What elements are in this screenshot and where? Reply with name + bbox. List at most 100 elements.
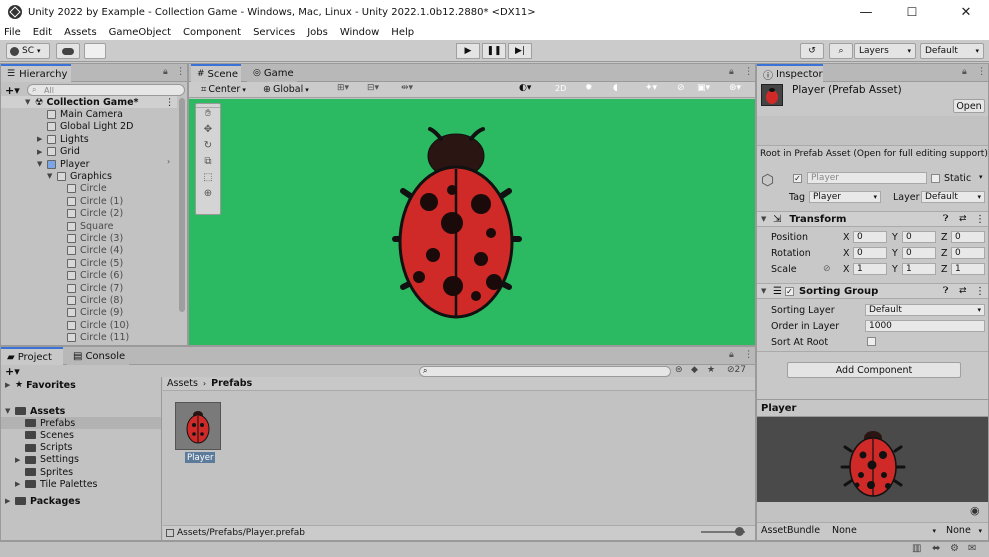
project-search-input[interactable]: ⌕ [419, 366, 671, 377]
step-button[interactable]: ▶| [508, 43, 532, 59]
lock-icon[interactable]: 🔒︎ [729, 67, 734, 77]
hierarchy-item[interactable]: Circle [57, 183, 107, 195]
help-icon[interactable]: ❓︎ [943, 214, 948, 224]
camera-icon[interactable]: ▣▾ [697, 83, 710, 93]
debug-icon[interactable]: ⚙︎ [950, 543, 959, 554]
hierarchy-item[interactable]: Circle (10) [57, 319, 129, 331]
hand-tool-icon[interactable]: ✋︎ [196, 108, 220, 124]
tab-inspector[interactable]: ⓘ Inspector [757, 64, 823, 82]
layers-dropdown[interactable]: Layers ▾ [854, 43, 916, 59]
audio-icon[interactable]: ◖ [613, 83, 618, 93]
chevron-right-icon[interactable]: › [167, 157, 170, 166]
hierarchy-item[interactable]: Circle (4) [57, 245, 123, 257]
menu-services[interactable]: Services [253, 27, 295, 38]
lock-icon[interactable]: 🔒︎ [163, 67, 168, 77]
transform-rotation-x-field[interactable]: 0 [853, 247, 887, 259]
hierarchy-item[interactable]: Main Camera [37, 108, 123, 120]
breadcrumb-prefabs[interactable]: Prefabs [211, 378, 252, 389]
breadcrumb-assets[interactable]: Assets [167, 378, 198, 389]
hierarchy-item[interactable]: Circle (9) [57, 307, 123, 319]
favorite-icon[interactable]: ★ [707, 365, 715, 375]
chevron-right-icon[interactable]: ▶ [37, 148, 45, 156]
cloud-button[interactable] [56, 43, 80, 59]
transform-rotation-z-field[interactable]: 0 [951, 247, 985, 259]
transform-scale-z-field[interactable]: 1 [951, 263, 985, 275]
maximize-button[interactable]: ☐ [889, 0, 935, 24]
tab-console[interactable]: ▤ Console [67, 347, 129, 365]
gizmos-icon[interactable]: ⊛▾ [729, 83, 741, 93]
component-menu-icon[interactable]: ⋮ [975, 286, 985, 297]
preview-header[interactable]: Player [757, 399, 988, 417]
hierarchy-item[interactable]: Circle (2) [57, 208, 123, 220]
space-dropdown[interactable]: ⊕ Global ▾ [263, 83, 309, 96]
hierarchy-item[interactable]: Circle (8) [57, 294, 123, 306]
axis-y-label[interactable]: Y [892, 248, 898, 259]
kebab-menu-icon[interactable]: ⋮ [977, 66, 987, 77]
project-folder-packages[interactable]: ▶ Packages [5, 495, 80, 507]
presets-icon[interactable]: ⇄ [959, 286, 967, 296]
lock-icon[interactable]: 🔒︎ [962, 67, 967, 77]
add-component-button[interactable]: Add Component [787, 362, 961, 378]
pause-button[interactable]: ❚❚ [482, 43, 506, 59]
menu-file[interactable]: File [4, 27, 21, 38]
axis-z-label[interactable]: Z [941, 264, 948, 275]
project-folder-settings[interactable]: ▶ Settings [15, 454, 79, 466]
play-button[interactable]: ▶ [456, 43, 480, 59]
tab-scene[interactable]: # Scene [191, 64, 241, 82]
assetbundle-dropdown[interactable]: None ▾ [829, 524, 939, 537]
tab-game[interactable]: ◎ Game [247, 64, 297, 82]
menu-help[interactable]: Help [391, 27, 414, 38]
project-folder-tile-palettes[interactable]: ▶ Tile Palettes [15, 478, 98, 490]
hierarchy-item[interactable]: Square [57, 220, 113, 232]
hierarchy-item[interactable]: Global Light 2D [37, 121, 133, 133]
history-button[interactable]: ↺ [800, 43, 824, 59]
hidden-objects-icon[interactable]: ⊘ [677, 83, 685, 93]
rotate-tool-icon[interactable]: ↻ [196, 140, 220, 156]
grid-snap-icon[interactable]: ⊞▾ [337, 83, 349, 93]
close-button[interactable]: ✕ [943, 0, 989, 24]
axis-y-label[interactable]: Y [892, 264, 898, 275]
axis-x-label[interactable]: X [843, 248, 850, 259]
collab-button[interactable] [84, 43, 106, 59]
gameobject-name-field[interactable]: Player [807, 172, 927, 184]
sorting-layer-dropdown[interactable]: Default ▾ [865, 304, 985, 316]
chevron-right-icon[interactable]: ▶ [15, 480, 23, 488]
axis-x-label[interactable]: X [843, 232, 850, 243]
chevron-down-icon[interactable]: ▼ [47, 172, 55, 180]
hierarchy-item[interactable]: Circle (3) [57, 232, 123, 244]
align-icon[interactable]: ⇹▾ [401, 83, 413, 93]
hierarchy-item[interactable]: Circle (7) [57, 282, 123, 294]
notifications-icon[interactable]: ✉︎ [968, 543, 976, 554]
icon-size-slider-thumb[interactable] [735, 527, 744, 536]
transform-position-x-field[interactable]: 0 [853, 231, 887, 243]
transform-scale-y-field[interactable]: 1 [902, 263, 936, 275]
transform-scale-x-field[interactable]: 1 [853, 263, 887, 275]
tab-hierarchy[interactable]: ☰ Hierarchy [1, 64, 71, 82]
chevron-down-icon[interactable]: ▼ [25, 98, 33, 106]
hierarchy-item[interactable]: Circle (6) [57, 270, 123, 282]
chevron-down-icon[interactable]: ▼ [37, 160, 45, 168]
project-folder-scenes[interactable]: Scenes [15, 429, 74, 441]
rect-tool-icon[interactable]: ⬚ [196, 172, 220, 188]
hierarchy-search-input[interactable]: ⌕ All [27, 84, 185, 96]
hierarchy-item[interactable]: ▼ Player [37, 158, 90, 170]
layer-dropdown[interactable]: Default ▾ [921, 191, 985, 203]
menu-jobs[interactable]: Jobs [307, 27, 328, 38]
preview-settings-icon[interactable]: ◉ [970, 504, 980, 517]
kebab-menu-icon[interactable]: ⋮ [744, 349, 754, 360]
cache-server-icon[interactable]: ⬌ [932, 543, 940, 554]
lighting-icon[interactable]: ✹ [585, 83, 593, 93]
minimize-button[interactable]: — [843, 0, 889, 24]
transform-position-y-field[interactable]: 0 [902, 231, 936, 243]
hierarchy-item[interactable]: Circle (5) [57, 257, 123, 269]
constrain-proportions-icon[interactable]: ⊘ [823, 264, 831, 274]
presets-icon[interactable]: ⇄ [959, 214, 967, 224]
menu-edit[interactable]: Edit [33, 27, 52, 38]
static-dropdown-icon[interactable]: ▾ [979, 173, 983, 181]
order-in-layer-field[interactable]: 1000 [865, 320, 985, 332]
hierarchy-item[interactable]: ▼ Graphics [47, 170, 112, 182]
kebab-menu-icon[interactable]: ⋮ [176, 66, 186, 77]
chevron-right-icon[interactable]: ▶ [5, 497, 13, 505]
progress-icon[interactable]: ▥ [912, 543, 921, 554]
layout-dropdown[interactable]: Default ▾ [920, 43, 984, 59]
